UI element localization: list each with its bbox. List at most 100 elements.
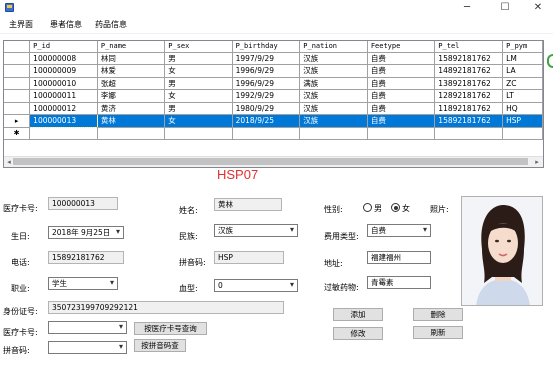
sex-male-radio[interactable]	[363, 203, 372, 212]
refresh-button[interactable]: 刷新	[413, 326, 463, 339]
search-pym-select[interactable]	[48, 341, 127, 354]
blood-type-select[interactable]: 0	[214, 279, 298, 292]
cell[interactable]: 汉族	[299, 89, 368, 103]
sex-female-radio[interactable]	[391, 203, 400, 212]
cell[interactable]: HSP	[502, 114, 543, 128]
cell[interactable]: 自费	[367, 89, 436, 103]
cell[interactable]: 黄林	[97, 114, 166, 128]
cell[interactable]: 男	[164, 102, 233, 115]
search-by-card-button[interactable]: 按医疗卡号查询	[134, 322, 207, 335]
cell[interactable]: 女	[164, 114, 233, 128]
cell[interactable]: 汉族	[299, 64, 368, 78]
new-row[interactable]: ✱	[4, 127, 543, 140]
cell[interactable]: 汉族	[299, 114, 368, 128]
table-row[interactable]: 100000010 张超 男 1996/9/29 满族 自费 138921817…	[4, 77, 543, 90]
row-header[interactable]	[4, 52, 31, 65]
column-header[interactable]: P_nation	[299, 41, 368, 53]
cell[interactable]: 林爱	[97, 64, 166, 78]
add-button[interactable]: 添加	[333, 308, 383, 321]
column-header[interactable]: P_tel	[434, 41, 504, 53]
cell[interactable]: 1996/9/29	[232, 77, 301, 90]
id-number-field[interactable]: 350723199709292121	[48, 301, 284, 314]
cell[interactable]: 男	[164, 77, 233, 90]
cell[interactable]: 1996/9/29	[232, 64, 301, 78]
cell[interactable]: 自费	[367, 77, 436, 90]
allergy-field[interactable]: 青霉素	[367, 276, 431, 289]
cell[interactable]: 满族	[299, 77, 368, 90]
cell[interactable]: 汉族	[299, 102, 368, 115]
cell[interactable]: 2018/9/25	[232, 114, 301, 128]
phone-field[interactable]: 15892181762	[48, 251, 124, 264]
birthday-picker[interactable]: 2018年 9月25日	[48, 226, 124, 239]
cell[interactable]	[29, 127, 98, 140]
cell[interactable]: 自费	[367, 114, 436, 128]
cell[interactable]: 1980/9/29	[232, 102, 301, 115]
address-field[interactable]: 福建福州	[367, 251, 431, 264]
current-row-indicator[interactable]: ▸	[4, 114, 31, 128]
pinyin-field[interactable]: HSP	[214, 251, 284, 264]
column-header[interactable]: P_pym	[502, 41, 543, 53]
menu-item-drugs[interactable]: 药品信息	[95, 19, 127, 30]
delete-button[interactable]: 删除	[413, 308, 463, 321]
cell[interactable]: 林同	[97, 52, 166, 65]
cell[interactable]: 15892181762	[434, 52, 504, 65]
occupation-select[interactable]: 学生	[48, 277, 118, 290]
cell[interactable]: 黄济	[97, 102, 166, 115]
fee-type-select[interactable]: 自费	[367, 224, 431, 237]
cell[interactable]: 自费	[367, 102, 436, 115]
row-header[interactable]	[4, 102, 31, 115]
cell[interactable]	[97, 127, 166, 140]
cell[interactable]: 100000009	[29, 64, 98, 78]
edit-button[interactable]: 修改	[333, 327, 383, 340]
cell[interactable]: 1992/9/29	[232, 89, 301, 103]
new-row-indicator[interactable]: ✱	[4, 127, 31, 140]
cell[interactable]: 女	[164, 64, 233, 78]
cell[interactable]: 自费	[367, 52, 436, 65]
cell[interactable]	[164, 127, 233, 140]
cell[interactable]: 1997/9/29	[232, 52, 301, 65]
search-card-select[interactable]	[48, 321, 127, 334]
column-header[interactable]: P_sex	[164, 41, 233, 53]
patient-grid[interactable]: P_id P_name P_sex P_birthday P_nation Fe…	[3, 40, 544, 168]
cell[interactable]: HQ	[502, 102, 543, 115]
cell[interactable]	[367, 127, 436, 140]
cell[interactable]: 李娜	[97, 89, 166, 103]
card-number-field[interactable]: 100000013	[48, 197, 118, 210]
minimize-button[interactable]: ─	[453, 0, 481, 15]
cell[interactable]: 15892181762	[434, 114, 504, 128]
cell[interactable]: 张超	[97, 77, 166, 90]
row-header[interactable]	[4, 64, 31, 78]
name-field[interactable]: 黄林	[214, 198, 282, 211]
close-button[interactable]: ✕	[524, 0, 552, 15]
cell[interactable]: LM	[502, 52, 543, 65]
column-header[interactable]: Feetype	[367, 41, 436, 53]
cell[interactable]: 100000012	[29, 102, 98, 115]
cell[interactable]: LA	[502, 64, 543, 78]
cell[interactable]: 100000008	[29, 52, 98, 65]
cell[interactable]: 14892181762	[434, 64, 504, 78]
cell[interactable]: 100000010	[29, 77, 98, 90]
table-row[interactable]: 100000012 黄济 男 1980/9/29 汉族 自费 118921817…	[4, 102, 543, 115]
row-header[interactable]	[4, 77, 31, 90]
column-header[interactable]: P_birthday	[232, 41, 301, 53]
search-by-pym-button[interactable]: 按拼音码查	[134, 339, 186, 352]
menu-item-main[interactable]: 主界面	[9, 19, 33, 30]
cell[interactable]: 12892181762	[434, 89, 504, 103]
row-header[interactable]	[4, 89, 31, 103]
column-header[interactable]: P_id	[29, 41, 98, 53]
table-row[interactable]: 100000011 李娜 女 1992/9/29 汉族 自费 128921817…	[4, 89, 543, 103]
maximize-button[interactable]: ☐	[491, 0, 519, 15]
nation-select[interactable]: 汉族	[214, 224, 298, 237]
cell[interactable]	[232, 127, 301, 140]
cell[interactable]: ZC	[502, 77, 543, 90]
cell[interactable]: 11892181762	[434, 102, 504, 115]
table-row[interactable]: 100000008 林同 男 1997/9/29 汉族 自费 158921817…	[4, 52, 543, 65]
menu-item-patients[interactable]: 患者信息	[50, 19, 82, 30]
cell[interactable]	[502, 127, 543, 140]
cell[interactable]: 自费	[367, 64, 436, 78]
cell[interactable]: LT	[502, 89, 543, 103]
cell[interactable]: 汉族	[299, 52, 368, 65]
scrollbar-thumb[interactable]	[13, 158, 528, 165]
column-header[interactable]: P_name	[97, 41, 166, 53]
scroll-right-icon[interactable]: ▸	[532, 156, 542, 167]
